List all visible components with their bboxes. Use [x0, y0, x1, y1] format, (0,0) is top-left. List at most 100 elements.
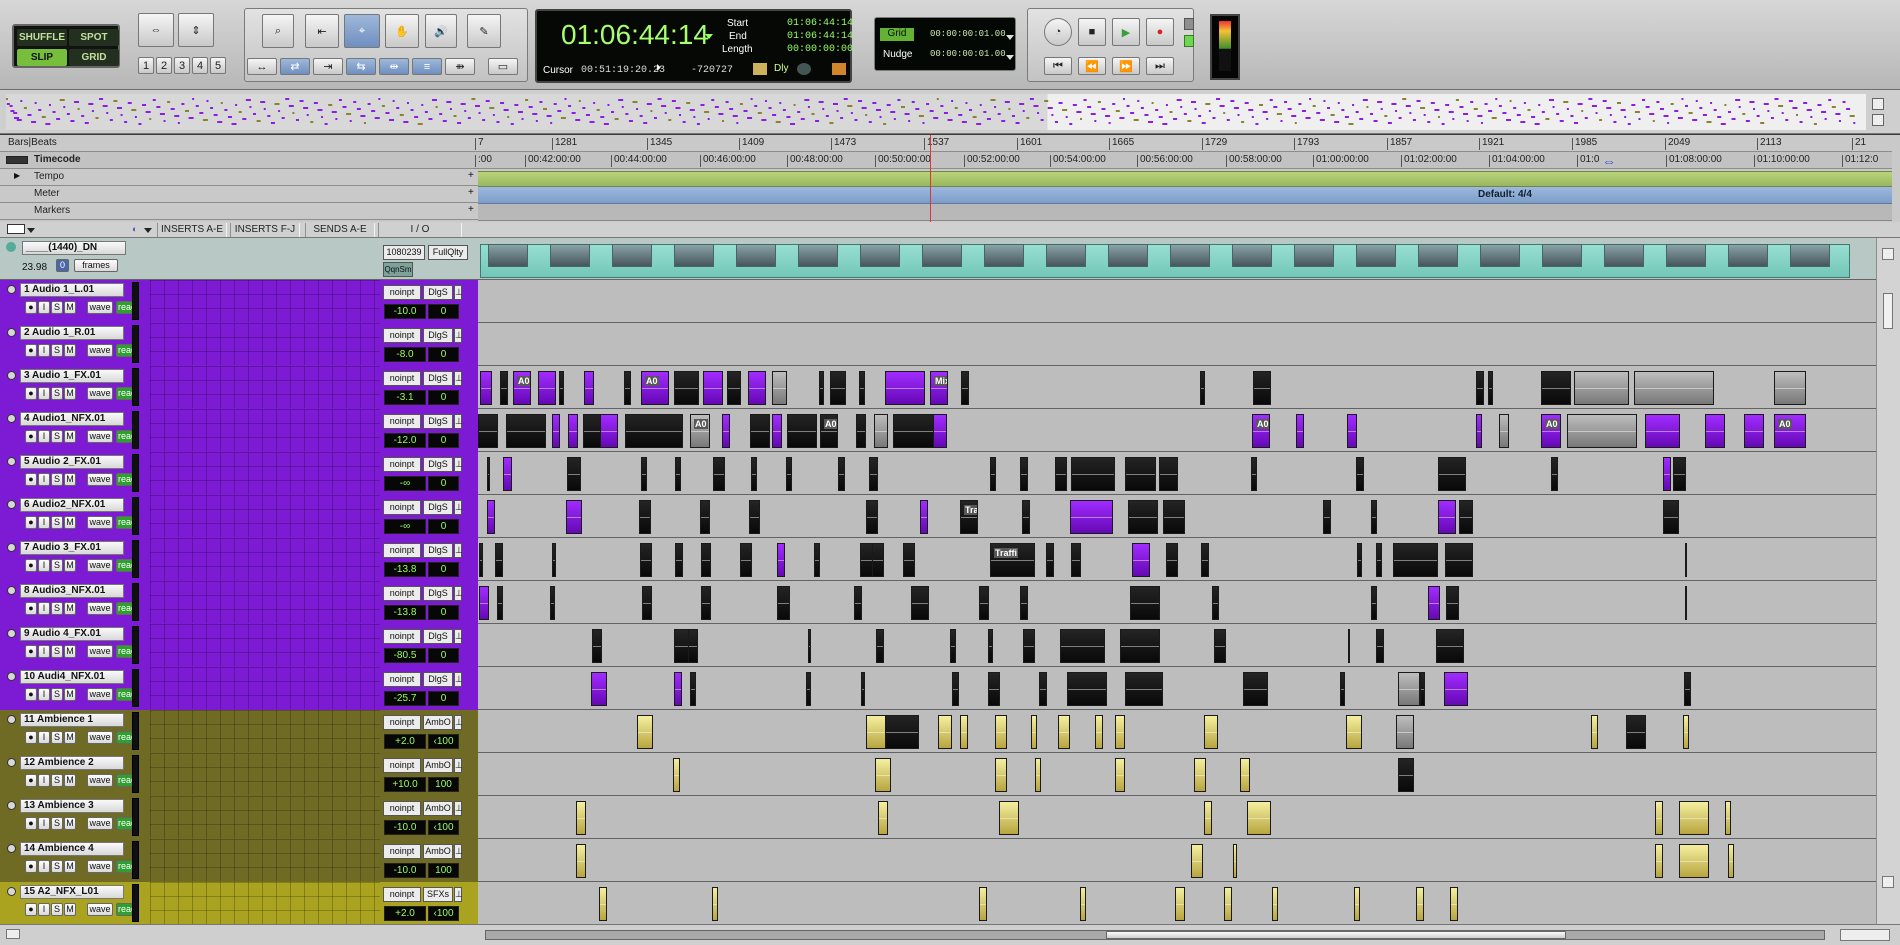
video-short-box[interactable]: QqnSm	[383, 262, 413, 277]
audio-clip[interactable]	[712, 887, 718, 921]
track-view-button[interactable]: wave	[87, 559, 113, 572]
track-rec-button[interactable]: ●	[25, 774, 37, 787]
audio-clip[interactable]	[1251, 457, 1257, 491]
audio-clip[interactable]	[567, 457, 581, 491]
edit-option-6[interactable]: ≡	[412, 58, 442, 75]
audio-clip[interactable]	[938, 715, 952, 749]
track-input-box[interactable]: noinpt	[383, 672, 421, 687]
track-insert-send-slots[interactable]	[150, 323, 380, 365]
track-insert-send-slots[interactable]	[150, 839, 380, 881]
tempo-expand-icon[interactable]: ▶	[14, 171, 20, 180]
audio-clip[interactable]	[1272, 887, 1278, 921]
track-volume[interactable]: -13.8	[384, 562, 426, 577]
track-view-button[interactable]: wave	[87, 688, 113, 701]
vertical-zoom-button[interactable]: ⇕	[178, 13, 214, 47]
track-solo-button[interactable]: S	[51, 645, 63, 658]
track-output-box[interactable]: SFXs	[423, 887, 453, 902]
audio-clip[interactable]	[903, 543, 915, 577]
audio-clip[interactable]	[479, 543, 483, 577]
track-volume[interactable]: +2.0	[384, 734, 426, 749]
pencil-tool-button[interactable]: ✎	[467, 14, 501, 48]
audio-clip[interactable]	[675, 457, 681, 491]
track-insert-send-slots[interactable]	[150, 753, 380, 795]
audio-clip[interactable]	[1398, 672, 1420, 706]
track-rec-button[interactable]: ●	[25, 731, 37, 744]
track-view-button[interactable]: wave	[87, 387, 113, 400]
track-input-button[interactable]: I	[38, 860, 50, 873]
trim-tool-button[interactable]: ⇤	[305, 14, 339, 48]
audio-clip[interactable]	[690, 672, 696, 706]
audio-clip[interactable]	[1191, 844, 1203, 878]
nudge-chevron-icon[interactable]	[1006, 52, 1014, 63]
grid-mode[interactable]: GRID	[69, 49, 119, 66]
track-options-chevron-icon[interactable]	[144, 225, 152, 236]
smart-tool-button[interactable]: ⌖	[344, 14, 380, 48]
audio-clip[interactable]	[1634, 371, 1714, 405]
edit-option-4[interactable]: ⇆	[346, 58, 376, 75]
edit-option-7[interactable]: ⇻	[445, 58, 475, 75]
track-mute-button[interactable]: M	[64, 645, 76, 658]
audio-clip[interactable]	[1398, 758, 1414, 792]
track-expand-icon[interactable]	[7, 457, 16, 466]
audio-clip[interactable]	[675, 543, 683, 577]
track-view-button[interactable]: wave	[87, 731, 113, 744]
slip-mode[interactable]: SLIP	[17, 49, 67, 66]
audio-clip[interactable]	[1095, 715, 1103, 749]
audio-clip[interactable]	[1393, 543, 1438, 577]
track-input-box[interactable]: noinpt	[383, 801, 421, 816]
track-volume[interactable]: -3.1	[384, 390, 426, 405]
audio-clip[interactable]: A0	[513, 371, 531, 405]
track-playlist-lane[interactable]	[478, 753, 1892, 795]
audio-clip[interactable]	[1020, 457, 1028, 491]
audio-clip[interactable]	[979, 887, 987, 921]
track-output-menu-icon[interactable]: ⊥	[454, 887, 463, 902]
audio-clip[interactable]	[1774, 371, 1806, 405]
audio-clip[interactable]	[641, 457, 647, 491]
track-output-menu-icon[interactable]: ⊥	[454, 586, 463, 601]
audio-clip[interactable]	[1663, 500, 1679, 534]
audio-clip[interactable]	[701, 543, 711, 577]
audio-clip[interactable]	[576, 801, 586, 835]
record-button[interactable]: ●	[1146, 18, 1174, 46]
audio-clip[interactable]	[988, 629, 993, 663]
stop-button[interactable]: ■	[1078, 18, 1106, 46]
spot-mode[interactable]: SPOT	[69, 29, 119, 46]
audio-clip[interactable]: A0	[1774, 414, 1806, 448]
track-input-box[interactable]: noinpt	[383, 285, 421, 300]
audio-clip[interactable]	[1645, 414, 1680, 448]
track-solo-button[interactable]: S	[51, 301, 63, 314]
grid-chevron-icon[interactable]	[1006, 32, 1014, 43]
track-name[interactable]: 9 Audio 4_FX.01	[20, 627, 124, 641]
track-playlist-lane[interactable]	[478, 280, 1892, 322]
audio-clip[interactable]	[1428, 586, 1440, 620]
track-playlist-lane[interactable]	[478, 667, 1892, 709]
audio-clip[interactable]	[1120, 629, 1160, 663]
track-height-icon[interactable]	[6, 929, 20, 939]
zoomer-tool-button[interactable]: ⌕	[262, 14, 294, 48]
zoom-preset-3[interactable]: 3	[174, 57, 190, 74]
audio-clip[interactable]	[599, 887, 607, 921]
edit-option-8[interactable]: ▭	[488, 58, 518, 75]
audio-clip[interactable]	[1371, 500, 1377, 534]
track-pan[interactable]: ‹100	[428, 734, 459, 749]
go-to-end-button[interactable]: ⏭	[1146, 57, 1174, 75]
audio-clip[interactable]	[1046, 543, 1054, 577]
track-playlist-lane[interactable]: A0 A0 A0 A0 A0	[478, 409, 1892, 451]
audio-clip[interactable]	[751, 457, 757, 491]
track-mute-button[interactable]: M	[64, 602, 76, 615]
audio-clip[interactable]	[1357, 543, 1362, 577]
track-pan[interactable]: ‹100	[428, 906, 459, 921]
audio-clip[interactable]	[990, 457, 996, 491]
audio-clip[interactable]	[808, 629, 811, 663]
fast-forward-button[interactable]: ⏩	[1112, 57, 1140, 75]
audio-clip[interactable]	[1459, 500, 1473, 534]
track-name[interactable]: 10 Audi4_NFX.01	[20, 670, 124, 684]
audio-clip[interactable]	[600, 414, 618, 448]
track-output-box[interactable]: DlgS	[423, 500, 453, 515]
audio-clip[interactable]	[700, 500, 710, 534]
track-pan[interactable]: 0	[428, 691, 459, 706]
track-input-button[interactable]: I	[38, 774, 50, 787]
track-playlist-lane[interactable]: A0 A0 MixF	[478, 366, 1892, 408]
audio-clip[interactable]	[1031, 715, 1037, 749]
track-view-button[interactable]: wave	[87, 602, 113, 615]
